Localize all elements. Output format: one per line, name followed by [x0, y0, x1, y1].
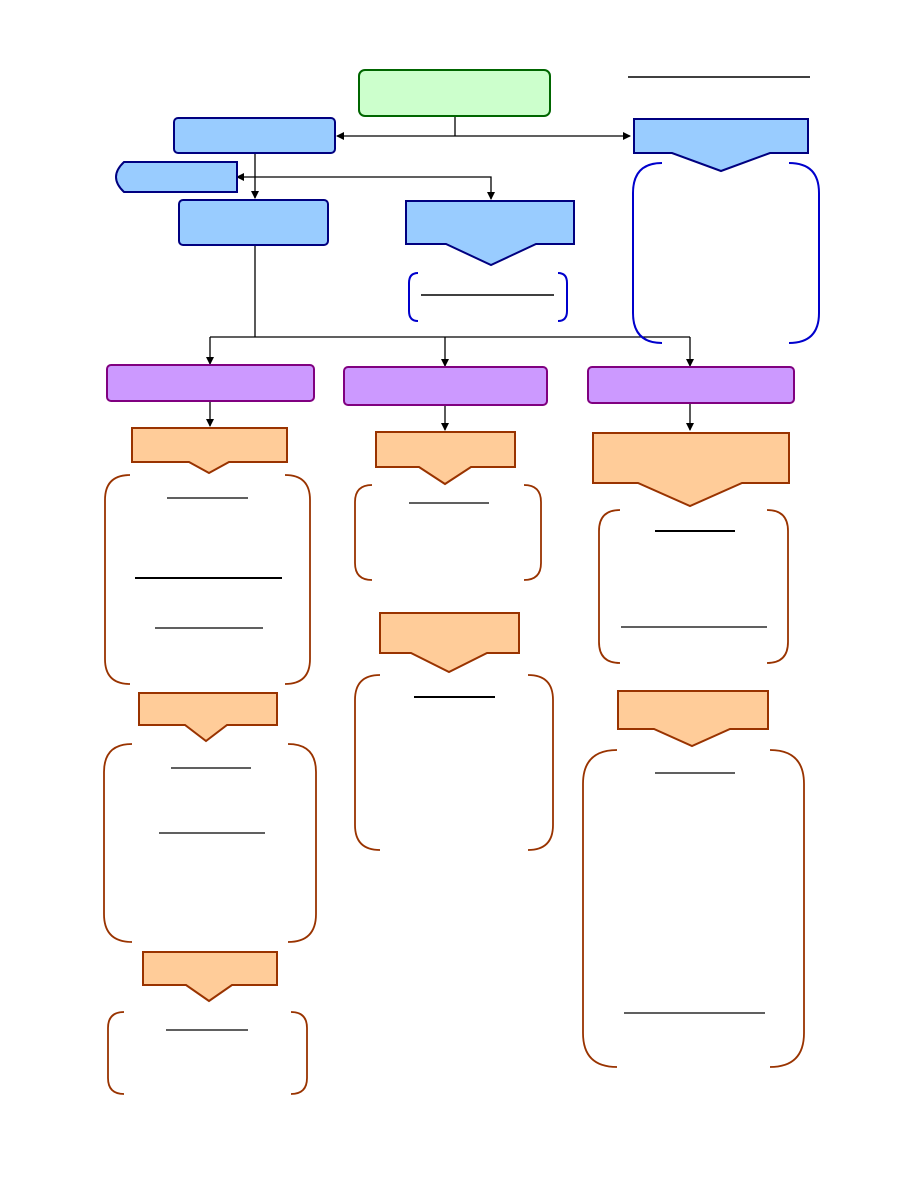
left-main-node — [173, 117, 336, 154]
bracket-r1 — [598, 509, 789, 664]
flowchart-diagram — [103, 69, 820, 1095]
left-child-node — [178, 199, 329, 246]
right-blue-bracket — [632, 162, 820, 344]
bracket-c1 — [354, 484, 542, 581]
flowchart-canvas — [0, 0, 918, 1188]
bracket-l1 — [104, 474, 311, 685]
purple-center-node — [343, 366, 548, 406]
bracket-rules — [135, 497, 767, 1031]
center-arrow-node — [405, 200, 575, 267]
orange-r2-node — [617, 690, 769, 748]
orange-c1-node — [375, 431, 516, 486]
orange-l1-node — [131, 427, 288, 475]
side-pill-node — [115, 161, 238, 193]
orange-l2-node — [138, 692, 278, 743]
bracket-l3 — [107, 1011, 308, 1095]
orange-l3-node — [142, 951, 278, 1003]
bracket-l2 — [103, 743, 317, 943]
orange-r1-node — [592, 432, 790, 508]
bracket-c2 — [354, 674, 554, 851]
orange-c2-node — [379, 612, 520, 674]
center-blue-bracket — [408, 272, 568, 322]
purple-left-node — [106, 364, 315, 402]
root-node — [358, 69, 551, 117]
connector-to-center-box — [255, 176, 495, 200]
bracket-r2 — [582, 749, 805, 1068]
purple-right-node — [587, 366, 795, 404]
